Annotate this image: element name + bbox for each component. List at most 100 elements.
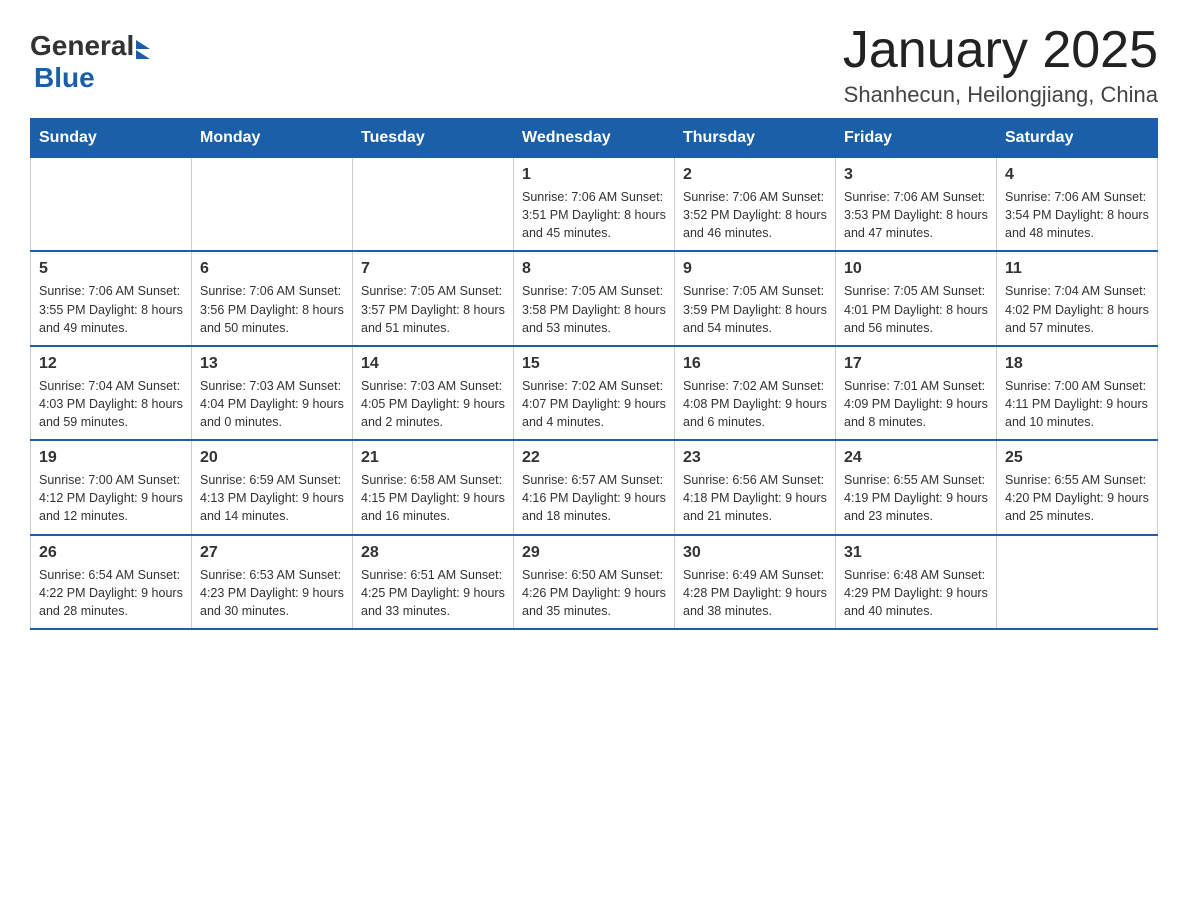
day-number: 13 [200,355,344,373]
day-number: 6 [200,260,344,278]
table-row: 5Sunrise: 7:06 AM Sunset: 3:55 PM Daylig… [31,251,192,345]
calendar-table: Sunday Monday Tuesday Wednesday Thursday… [30,118,1158,630]
table-row [997,535,1158,629]
table-row [31,158,192,252]
day-info: Sunrise: 7:06 AM Sunset: 3:51 PM Dayligh… [522,188,666,242]
day-number: 2 [683,166,827,184]
calendar-week-row: 19Sunrise: 7:00 AM Sunset: 4:12 PM Dayli… [31,440,1158,534]
day-number: 10 [844,260,988,278]
day-info: Sunrise: 6:56 AM Sunset: 4:18 PM Dayligh… [683,471,827,525]
col-wednesday: Wednesday [514,119,675,158]
table-row: 26 Sunrise: 6:54 AM Sunset: 4:22 PM Dayli… [31,535,192,629]
day-number: 1 [522,166,666,184]
table-row: 24 Sunrise: 6:55 AM Sunset: 4:19 PM Dayli… [836,440,997,534]
table-row: 17Sunrise: 7:01 AM Sunset: 4:09 PM Dayli… [836,346,997,440]
day-number: 31 [844,544,988,562]
day-info: Sunrise: 6:51 AM Sunset: 4:25 PM Dayligh… [361,566,505,620]
day-info: Sunrise: 7:00 AM Sunset: 4:11 PM Dayligh… [1005,377,1149,431]
col-friday: Friday [836,119,997,158]
day-info: Sunrise: 6:53 AM Sunset: 4:23 PM Dayligh… [200,566,344,620]
day-info: Sunrise: 6:49 AM Sunset: 4:28 PM Dayligh… [683,566,827,620]
day-info: Sunrise: 7:02 AM Sunset: 4:08 PM Dayligh… [683,377,827,431]
table-row: 10 Sunrise: 7:05 AM Sunset: 4:01 PM Dayli… [836,251,997,345]
table-row: 9 Sunrise: 7:05 AM Sunset: 3:59 PM Daylig… [675,251,836,345]
table-row: 22Sunrise: 6:57 AM Sunset: 4:16 PM Dayli… [514,440,675,534]
calendar-week-row: 26 Sunrise: 6:54 AM Sunset: 4:22 PM Dayli… [31,535,1158,629]
day-info: Sunrise: 6:54 AM Sunset: 4:22 PM Dayligh… [39,566,183,620]
table-row: 12Sunrise: 7:04 AM Sunset: 4:03 PM Dayli… [31,346,192,440]
calendar-week-row: 12Sunrise: 7:04 AM Sunset: 4:03 PM Dayli… [31,346,1158,440]
day-info: Sunrise: 7:01 AM Sunset: 4:09 PM Dayligh… [844,377,988,431]
table-row: 7 Sunrise: 7:05 AM Sunset: 3:57 PM Daylig… [353,251,514,345]
day-number: 16 [683,355,827,373]
table-row: 15Sunrise: 7:02 AM Sunset: 4:07 PM Dayli… [514,346,675,440]
day-number: 20 [200,449,344,467]
col-saturday: Saturday [997,119,1158,158]
table-row: 20 Sunrise: 6:59 AM Sunset: 4:13 PM Dayli… [192,440,353,534]
table-row: 6 Sunrise: 7:06 AM Sunset: 3:56 PM Daylig… [192,251,353,345]
day-info: Sunrise: 7:06 AM Sunset: 3:54 PM Dayligh… [1005,188,1149,242]
table-row: 16 Sunrise: 7:02 AM Sunset: 4:08 PM Dayli… [675,346,836,440]
month-title: January 2025 [843,20,1158,80]
day-number: 27 [200,544,344,562]
table-row: 19Sunrise: 7:00 AM Sunset: 4:12 PM Dayli… [31,440,192,534]
day-info: Sunrise: 7:05 AM Sunset: 3:59 PM Dayligh… [683,282,827,336]
calendar-header-row: Sunday Monday Tuesday Wednesday Thursday… [31,119,1158,158]
day-number: 26 [39,544,183,562]
col-monday: Monday [192,119,353,158]
table-row: 23Sunrise: 6:56 AM Sunset: 4:18 PM Dayli… [675,440,836,534]
day-info: Sunrise: 6:55 AM Sunset: 4:19 PM Dayligh… [844,471,988,525]
day-number: 24 [844,449,988,467]
day-info: Sunrise: 7:05 AM Sunset: 3:58 PM Dayligh… [522,282,666,336]
day-number: 3 [844,166,988,184]
table-row: 25Sunrise: 6:55 AM Sunset: 4:20 PM Dayli… [997,440,1158,534]
day-number: 18 [1005,355,1149,373]
table-row: 1 Sunrise: 7:06 AM Sunset: 3:51 PM Daylig… [514,158,675,252]
col-sunday: Sunday [31,119,192,158]
table-row: 21Sunrise: 6:58 AM Sunset: 4:15 PM Dayli… [353,440,514,534]
day-info: Sunrise: 7:00 AM Sunset: 4:12 PM Dayligh… [39,471,183,525]
day-info: Sunrise: 7:05 AM Sunset: 4:01 PM Dayligh… [844,282,988,336]
table-row: 31 Sunrise: 6:48 AM Sunset: 4:29 PM Dayli… [836,535,997,629]
table-row: 13Sunrise: 7:03 AM Sunset: 4:04 PM Dayli… [192,346,353,440]
table-row: 29 Sunrise: 6:50 AM Sunset: 4:26 PM Dayli… [514,535,675,629]
day-info: Sunrise: 7:06 AM Sunset: 3:55 PM Dayligh… [39,282,183,336]
calendar-week-row: 5Sunrise: 7:06 AM Sunset: 3:55 PM Daylig… [31,251,1158,345]
col-thursday: Thursday [675,119,836,158]
logo-blue-text: Blue [34,62,95,94]
day-info: Sunrise: 7:05 AM Sunset: 3:57 PM Dayligh… [361,282,505,336]
table-row: 14 Sunrise: 7:03 AM Sunset: 4:05 PM Dayli… [353,346,514,440]
day-info: Sunrise: 7:06 AM Sunset: 3:53 PM Dayligh… [844,188,988,242]
day-info: Sunrise: 7:04 AM Sunset: 4:03 PM Dayligh… [39,377,183,431]
col-tuesday: Tuesday [353,119,514,158]
day-info: Sunrise: 7:06 AM Sunset: 3:52 PM Dayligh… [683,188,827,242]
title-area: January 2025 Shanhecun, Heilongjiang, Ch… [843,20,1158,108]
day-number: 25 [1005,449,1149,467]
table-row [192,158,353,252]
day-info: Sunrise: 6:59 AM Sunset: 4:13 PM Dayligh… [200,471,344,525]
day-info: Sunrise: 6:50 AM Sunset: 4:26 PM Dayligh… [522,566,666,620]
page-header: General Blue January 2025 Shanhecun, Hei… [30,20,1158,108]
day-number: 9 [683,260,827,278]
day-info: Sunrise: 7:06 AM Sunset: 3:56 PM Dayligh… [200,282,344,336]
table-row: 28Sunrise: 6:51 AM Sunset: 4:25 PM Dayli… [353,535,514,629]
table-row: 8 Sunrise: 7:05 AM Sunset: 3:58 PM Daylig… [514,251,675,345]
table-row: 27 Sunrise: 6:53 AM Sunset: 4:23 PM Dayli… [192,535,353,629]
table-row [353,158,514,252]
day-number: 15 [522,355,666,373]
logo: General Blue [30,30,150,94]
table-row: 30Sunrise: 6:49 AM Sunset: 4:28 PM Dayli… [675,535,836,629]
logo-general-text: General [30,30,134,62]
day-number: 7 [361,260,505,278]
day-info: Sunrise: 7:03 AM Sunset: 4:05 PM Dayligh… [361,377,505,431]
day-info: Sunrise: 6:48 AM Sunset: 4:29 PM Dayligh… [844,566,988,620]
day-number: 11 [1005,260,1149,278]
day-number: 8 [522,260,666,278]
day-info: Sunrise: 6:58 AM Sunset: 4:15 PM Dayligh… [361,471,505,525]
day-number: 14 [361,355,505,373]
table-row: 4Sunrise: 7:06 AM Sunset: 3:54 PM Daylig… [997,158,1158,252]
location-title: Shanhecun, Heilongjiang, China [843,82,1158,108]
day-number: 29 [522,544,666,562]
calendar-week-row: 1 Sunrise: 7:06 AM Sunset: 3:51 PM Daylig… [31,158,1158,252]
table-row: 3 Sunrise: 7:06 AM Sunset: 3:53 PM Daylig… [836,158,997,252]
